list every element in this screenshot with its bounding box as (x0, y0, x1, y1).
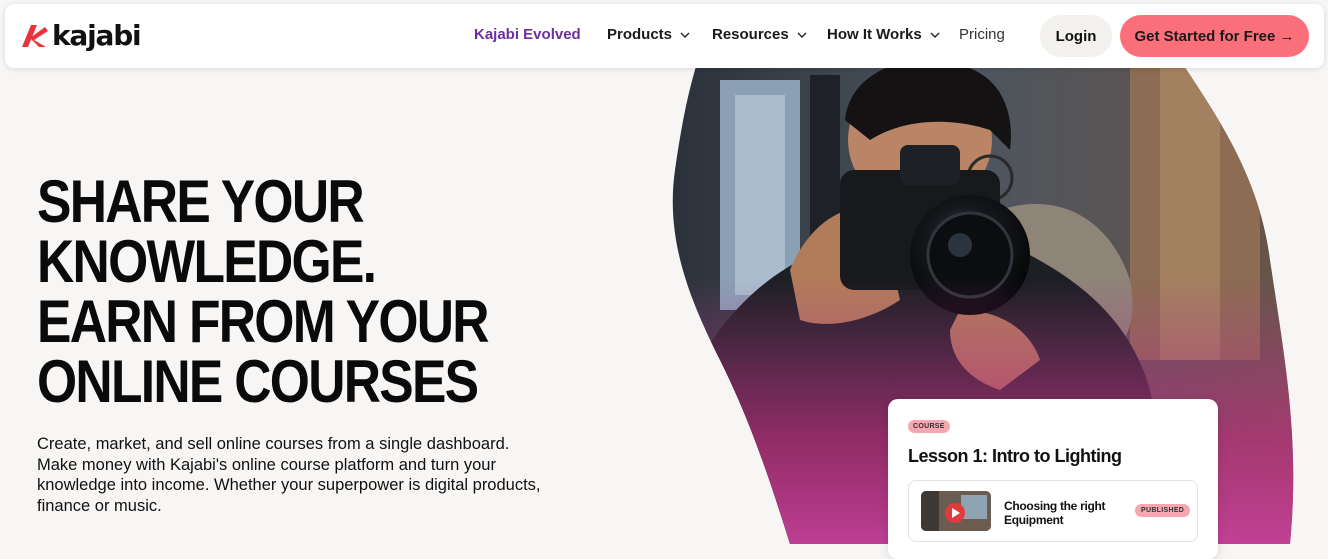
nav-pricing[interactable]: Pricing (959, 26, 1005, 44)
nav-products-label: Products (607, 26, 673, 43)
chevron-down-icon (680, 32, 690, 38)
chevron-down-icon (797, 32, 807, 38)
top-nav: kajabi Kajabi Evolved Products Resources… (5, 4, 1324, 68)
course-card[interactable]: COURSE Lesson 1: Intro to Lighting Choos… (888, 399, 1218, 559)
chevron-down-icon (930, 32, 940, 38)
hero-description: Create, market, and sell online courses … (37, 435, 541, 515)
get-started-button[interactable]: Get Started for Free → (1120, 15, 1309, 57)
lesson-title: Choosing the right Equipment (1004, 499, 1106, 527)
course-badge: COURSE (908, 420, 950, 433)
hero-title: SHARE YOUR KNOWLEDGE. EARN FROM YOUR ONL… (37, 168, 490, 415)
lesson-item[interactable]: Choosing the right Equipment PUBLISHED (908, 480, 1198, 542)
login-button[interactable]: Login (1040, 15, 1112, 57)
nav-products[interactable]: Products (607, 26, 690, 44)
logo-wordmark: kajabi (52, 19, 142, 52)
kajabi-logo[interactable]: kajabi (20, 19, 142, 53)
lesson-thumbnail (921, 491, 991, 531)
nav-how-it-works[interactable]: How It Works (827, 26, 940, 44)
nav-pricing-label: Pricing (959, 26, 1005, 43)
course-title: Lesson 1: Intro to Lighting (908, 446, 1122, 466)
nav-resources-label: Resources (712, 26, 789, 43)
nav-kajabi-evolved-label: Kajabi Evolved (474, 26, 581, 43)
status-badge: PUBLISHED (1135, 504, 1191, 517)
nav-kajabi-evolved[interactable]: Kajabi Evolved (474, 26, 581, 44)
kajabi-k-icon (22, 25, 48, 47)
nav-how-it-works-label: How It Works (827, 26, 922, 43)
nav-resources[interactable]: Resources (712, 26, 807, 44)
